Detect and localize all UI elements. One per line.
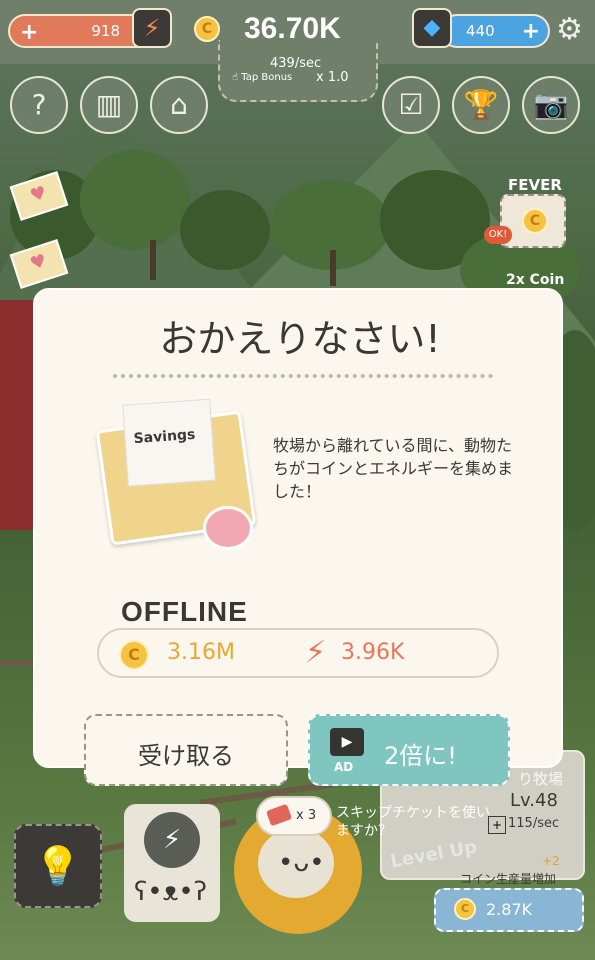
skip-ticket-question: スキップチケットを使いますか？ (336, 805, 490, 839)
skip-ticket-bubble[interactable]: x 3 (256, 796, 332, 836)
coin-total: 36.70K (244, 12, 341, 45)
energy-bolt-icon: ⚡ (305, 635, 327, 670)
hint-button[interactable]: 💡 (14, 824, 102, 908)
farm-level: Lv.48 (510, 790, 558, 811)
ad-badge: AD (334, 760, 354, 774)
sheep-icon: •ᴗ• (258, 828, 334, 898)
shop-button[interactable]: ⌂ (150, 76, 208, 134)
envelope-paper: Savings (122, 398, 216, 487)
ticket-count: x 3 (296, 808, 317, 823)
offline-label: OFFLINE (121, 596, 248, 627)
tasks-button[interactable]: ☑ (382, 76, 440, 134)
energy-earned: 3.96K (341, 640, 405, 665)
receive-button-label: 受け取る (138, 742, 234, 770)
level-up-bonus: +2 (542, 854, 560, 868)
energy-icon: ⚡ (132, 8, 172, 48)
sheep-face: •ᴗ• (278, 848, 325, 878)
trophy-button[interactable]: 🏆 (452, 76, 510, 134)
shop-icon: ⌂ (170, 88, 188, 121)
settings-gear-icon[interactable]: ⚙ (556, 12, 583, 47)
envelope-label: Savings (133, 426, 196, 448)
modal-title: おかえりなさい! (159, 317, 441, 361)
heart-icon: ♥ (27, 250, 50, 276)
tap-multiplier: x 1.0 (316, 70, 349, 85)
level-up-cost: 2.87K (486, 900, 533, 919)
question-icon: ? (31, 88, 47, 121)
level-up-label[interactable]: Level Up (389, 837, 479, 873)
coin-icon: C (119, 640, 149, 670)
tap-bonus-label: ☝ Tap Bonus (232, 72, 293, 83)
ranking-button[interactable]: ▥ (80, 76, 138, 134)
double-button-label: 2倍に! (384, 742, 457, 770)
energy-value: 918 (91, 22, 120, 40)
clipboard-icon: ☑ (398, 88, 424, 121)
coin-icon: C (194, 16, 220, 42)
coin-tab (218, 40, 378, 102)
bear-icon: ʕ•ᴥ•ʔ (134, 877, 207, 907)
trophy-icon: 🏆 (463, 88, 499, 121)
offline-rewards: C 3.16M ⚡ 3.96K (97, 628, 499, 678)
energy-bolt-icon: ⚡ (144, 812, 200, 868)
ticket-icon (265, 803, 293, 827)
help-button[interactable]: ? (10, 76, 68, 134)
camera-button[interactable]: 📷 (522, 76, 580, 134)
podium-icon: ▥ (95, 88, 123, 121)
receive-button[interactable]: 受け取る (84, 714, 288, 786)
double-reward-ad-button[interactable]: ▶ AD 2倍に! (308, 714, 510, 786)
coin-icon: C (454, 898, 476, 920)
title-divider (113, 374, 493, 378)
hand-icon: ☝ (232, 72, 239, 83)
coins-earned: 3.16M (167, 640, 235, 665)
gem-value: 440 (466, 22, 495, 40)
level-up-button[interactable]: C 2.87K (434, 888, 584, 932)
add-gem-icon[interactable]: + (522, 19, 540, 44)
coin-2x-label: 2x Coin (506, 272, 565, 288)
farm-name: り牧場 (518, 770, 564, 788)
lightbulb-icon: 💡 (34, 844, 82, 888)
welcome-back-modal: おかえりなさい! Savings 牧場から離れている間に、動物たちがコインとエネ… (33, 288, 563, 768)
heart-icon: ♥ (27, 182, 50, 208)
animal-button[interactable]: ⚡ ʕ•ᴥ•ʔ (124, 804, 220, 922)
coins-per-sec: 439/sec (270, 56, 322, 71)
video-ad-icon: ▶ (330, 728, 364, 756)
modal-message: 牧場から離れている間に、動物たちがコインとエネルギーを集めました！ (273, 436, 514, 501)
gem-counter[interactable]: 440 + (440, 14, 550, 48)
fever-label: FEVER (508, 176, 562, 194)
ok-badge: OK! (484, 226, 512, 244)
coin-icon: C (522, 208, 548, 234)
farm-rate: 115/sec (508, 816, 560, 831)
piggy-bank-icon (203, 506, 253, 550)
camera-icon: 📷 (533, 88, 569, 121)
gem-icon: ◆ (412, 8, 452, 48)
level-up-desc: コイン生産量増加 (460, 872, 557, 886)
add-energy-icon[interactable]: + (20, 20, 38, 45)
